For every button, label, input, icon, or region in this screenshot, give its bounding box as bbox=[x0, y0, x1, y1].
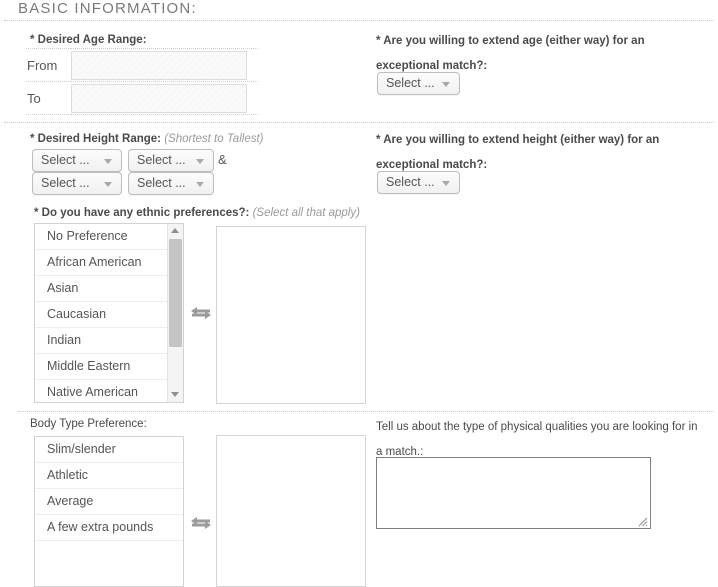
height-max-feet-select[interactable]: Select ... bbox=[32, 172, 122, 195]
age-to-label: To bbox=[26, 81, 71, 115]
divider-top bbox=[4, 20, 714, 21]
age-from-label: From bbox=[26, 48, 71, 82]
age-to-cell bbox=[71, 81, 258, 115]
height-min-feet-value: Select ... bbox=[41, 153, 90, 167]
list-item[interactable]: Caucasian bbox=[35, 302, 168, 328]
swap-arrows-icon[interactable] bbox=[188, 513, 214, 533]
divider-body-type bbox=[18, 411, 714, 412]
list-item[interactable]: Asian bbox=[35, 276, 168, 302]
age-from-input[interactable] bbox=[71, 50, 247, 80]
ethnic-available-items[interactable]: No Preference African American Asian Caucas… bbox=[35, 224, 168, 402]
body-type-selected-items[interactable] bbox=[217, 436, 365, 586]
height-range-ampersand: & bbox=[218, 152, 227, 167]
height-max-feet-value: Select ... bbox=[41, 176, 90, 190]
swap-arrows-icon[interactable] bbox=[188, 303, 214, 323]
desired-height-range-text: * Desired Height Range: bbox=[30, 133, 161, 145]
desired-height-range-label: * Desired Height Range: (Shortest to Tal… bbox=[30, 131, 264, 147]
ethnic-selected-listbox[interactable] bbox=[216, 226, 366, 404]
ethnic-selected-items[interactable] bbox=[217, 227, 365, 403]
height-min-inches-select[interactable]: Select ... bbox=[128, 149, 214, 172]
divider-age-height bbox=[4, 122, 714, 123]
height-max-inches-value: Select ... bbox=[137, 176, 186, 190]
extend-age-select[interactable]: Select ... bbox=[377, 72, 460, 95]
list-item[interactable]: African American bbox=[35, 250, 168, 276]
list-item[interactable]: Middle Eastern bbox=[35, 354, 168, 380]
desired-age-range-label: * Desired Age Range: bbox=[30, 34, 147, 46]
ethnic-preferences-hint: (Select all that apply) bbox=[252, 207, 360, 219]
extend-age-select-value: Select ... bbox=[386, 76, 435, 90]
scroll-up-icon[interactable] bbox=[168, 224, 183, 238]
body-type-selected-listbox[interactable] bbox=[216, 435, 366, 587]
chevron-down-icon bbox=[104, 159, 112, 164]
list-item[interactable]: Slim/slender bbox=[35, 437, 183, 463]
extend-height-select-value: Select ... bbox=[386, 175, 435, 189]
list-item[interactable]: Native American bbox=[35, 380, 168, 402]
desired-height-range-hint: (Shortest to Tallest) bbox=[164, 133, 264, 145]
list-item[interactable]: No Preference bbox=[35, 224, 168, 250]
page-title: BASIC INFORMATION: bbox=[18, 0, 197, 17]
ethnic-preferences-text: * Do you have any ethnic preferences?: bbox=[34, 207, 250, 219]
body-type-available-listbox[interactable]: Slim/slender Athletic Average A few extra p… bbox=[34, 436, 184, 587]
physical-qualities-textarea[interactable] bbox=[376, 457, 651, 529]
ethnic-listbox-scrollbar[interactable] bbox=[167, 224, 183, 402]
age-from-cell bbox=[71, 48, 258, 82]
table-row: To bbox=[26, 81, 258, 115]
height-max-inches-select[interactable]: Select ... bbox=[128, 172, 214, 195]
height-min-inches-value: Select ... bbox=[137, 153, 186, 167]
extend-height-select[interactable]: Select ... bbox=[377, 171, 460, 194]
list-item[interactable]: Indian bbox=[35, 328, 168, 354]
list-item[interactable]: Athletic bbox=[35, 463, 183, 489]
ethnic-preferences-label: * Do you have any ethnic preferences?: (… bbox=[34, 205, 360, 221]
height-min-feet-select[interactable]: Select ... bbox=[32, 149, 122, 172]
scroll-down-icon[interactable] bbox=[168, 388, 183, 402]
list-item[interactable]: A few extra pounds bbox=[35, 515, 183, 541]
chevron-down-icon bbox=[196, 159, 204, 164]
chevron-down-icon bbox=[196, 182, 204, 187]
chevron-down-icon bbox=[104, 182, 112, 187]
ethnic-available-listbox[interactable]: No Preference African American Asian Caucas… bbox=[34, 223, 184, 403]
scrollbar-thumb[interactable] bbox=[169, 239, 182, 347]
list-item[interactable]: Average bbox=[35, 489, 183, 515]
body-type-available-items[interactable]: Slim/slender Athletic Average A few extra p… bbox=[35, 437, 183, 586]
chevron-down-icon bbox=[442, 82, 450, 87]
chevron-down-icon bbox=[442, 181, 450, 186]
table-row: From bbox=[26, 48, 258, 82]
age-to-input[interactable] bbox=[71, 83, 247, 113]
desired-age-range-table: From To bbox=[26, 48, 258, 115]
body-type-label: Body Type Preference: bbox=[30, 418, 147, 430]
